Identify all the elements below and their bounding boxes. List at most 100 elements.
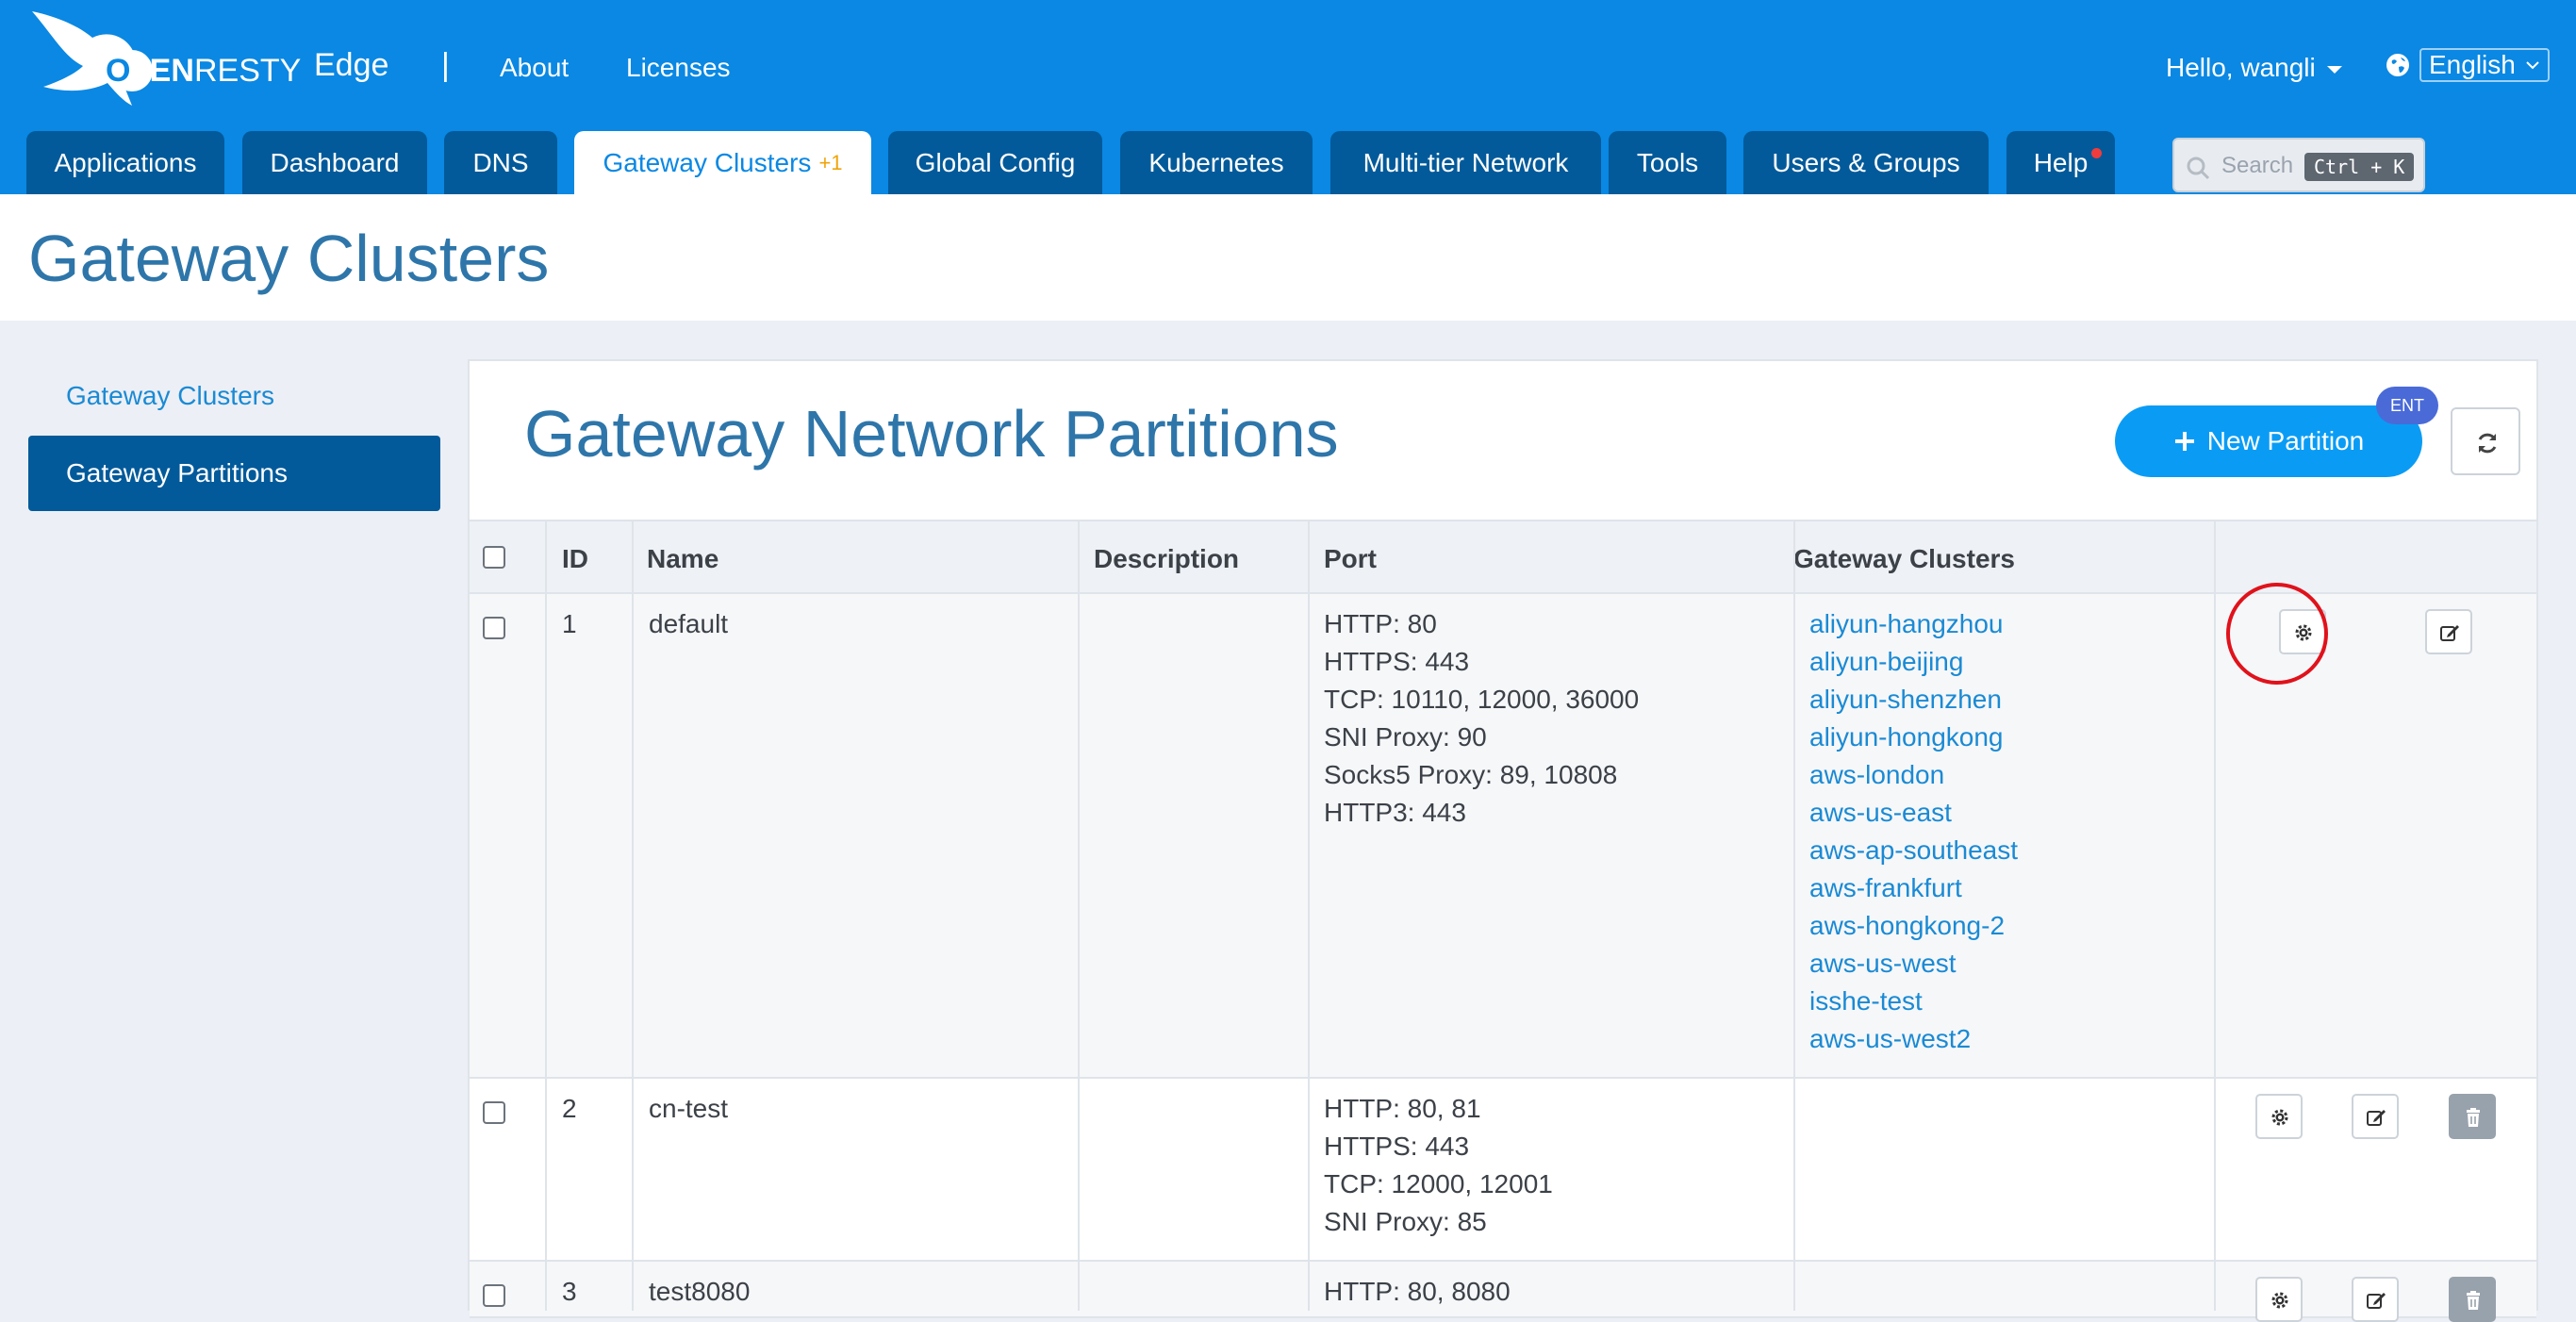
panel-title: Gateway Network Partitions (524, 397, 1339, 471)
sidebar-item-gateway-clusters[interactable]: Gateway Clusters (66, 381, 274, 411)
new-partition-label: New Partition (2206, 426, 2365, 455)
refresh-icon (2478, 433, 2497, 454)
cluster-link[interactable]: aws-london (1809, 756, 2018, 794)
tab-applications[interactable]: Applications (26, 131, 224, 194)
table-row: 2 cn-test HTTP: 80, 81 HTTPS: 443 TCP: 1… (470, 1079, 2536, 1262)
row-id: 1 (562, 609, 577, 638)
cluster-link[interactable]: aws-us-west (1809, 945, 2018, 983)
tab-global-config[interactable]: Global Config (888, 131, 1102, 194)
row-id: 3 (562, 1277, 577, 1306)
user-greeting: Hello, wangli (2166, 53, 2316, 82)
column-divider (632, 520, 634, 1311)
search-icon (2187, 157, 2210, 180)
row-checkbox[interactable] (483, 1101, 505, 1124)
cluster-link[interactable]: aws-ap-southeast (1809, 832, 2018, 869)
select-all-checkbox[interactable] (483, 546, 505, 569)
row-ports: HTTP: 80, 8080 (1324, 1273, 1511, 1311)
row-ports: HTTP: 80, 81 HTTPS: 443 TCP: 12000, 1200… (1324, 1090, 1553, 1241)
new-partition-button[interactable]: New Partition (2115, 405, 2422, 477)
tab-label: Multi-tier Network (1362, 147, 1569, 177)
column-divider (1793, 520, 1795, 1311)
port-entry: HTTP: 80, 81 (1324, 1094, 1481, 1123)
tab-kubernetes[interactable]: Kubernetes (1120, 131, 1313, 194)
highlight-ring (2226, 583, 2328, 685)
refresh-button[interactable] (2451, 407, 2520, 475)
cluster-link[interactable]: aliyun-beijing (1809, 643, 2018, 681)
delete-button[interactable] (2449, 1094, 2496, 1139)
tab-help[interactable]: Help (2006, 131, 2115, 194)
port-entry: HTTPS: 443 (1324, 1132, 1470, 1161)
cluster-link[interactable]: aws-hongkong-2 (1809, 907, 2018, 945)
column-header-gateway-clusters[interactable]: Gateway Clusters (1778, 521, 2015, 596)
tab-label: Gateway Clusters (603, 147, 812, 177)
tab-label: DNS (472, 147, 529, 177)
gear-icon (2271, 1109, 2288, 1126)
column-header-port[interactable]: Port (1309, 521, 1377, 596)
licenses-link[interactable]: Licenses (626, 53, 731, 83)
tab-label: Help (2033, 147, 2089, 177)
tab-label: Kubernetes (1148, 147, 1284, 177)
row-checkbox[interactable] (483, 617, 505, 639)
tab-label: Tools (1636, 147, 1699, 177)
table-header: ID Name Description Port Gateway Cluster… (470, 520, 2536, 594)
sidebar-item-gateway-partitions[interactable]: Gateway Partitions (28, 436, 440, 511)
port-entry: TCP: 10110, 12000, 36000 (1324, 685, 1640, 714)
cluster-link[interactable]: aliyun-shenzhen (1809, 681, 2018, 719)
language-select[interactable]: English (2419, 48, 2550, 82)
about-link[interactable]: About (500, 53, 569, 83)
cluster-link[interactable]: isshe-test (1809, 983, 2018, 1020)
tab-label: Global Config (915, 147, 1076, 177)
column-header-description[interactable]: Description (1079, 521, 1239, 596)
port-entry: Socks5 Proxy: 89, 10808 (1324, 760, 1618, 789)
trash-icon (2467, 1108, 2480, 1127)
settings-button[interactable] (2255, 1277, 2303, 1322)
language-selected: English (2429, 50, 2516, 79)
ent-badge: ENT (2376, 387, 2438, 424)
cluster-link[interactable]: aliyun-hongkong (1809, 719, 2018, 756)
user-menu[interactable]: Hello, wangli (2166, 53, 2342, 83)
product-name: Edge (314, 47, 389, 83)
column-divider (545, 520, 547, 1311)
tab-label: Dashboard (270, 147, 400, 177)
port-entry: HTTP3: 443 (1324, 798, 1466, 827)
tab-dashboard[interactable]: Dashboard (242, 131, 427, 194)
openresty-logo[interactable]: O PEN RESTY (26, 0, 309, 113)
column-divider (1078, 520, 1080, 1311)
tab-users-groups[interactable]: Users & Groups (1743, 131, 1989, 194)
row-clusters: aliyun-hangzhou aliyun-beijing aliyun-sh… (1809, 605, 2018, 1058)
port-entry: HTTPS: 443 (1324, 647, 1470, 676)
plus-icon (2174, 432, 2194, 451)
tab-label: Users & Groups (1772, 147, 1960, 177)
table-row: 3 test8080 HTTP: 80, 8080 (470, 1262, 2536, 1322)
cluster-link[interactable]: aws-us-west2 (1809, 1020, 2018, 1058)
port-entry: SNI Proxy: 85 (1324, 1207, 1487, 1236)
table-row: 1 default HTTP: 80 HTTPS: 443 TCP: 10110… (470, 594, 2536, 1079)
row-id: 2 (562, 1094, 577, 1123)
row-name: default (649, 609, 729, 638)
cluster-link[interactable]: aws-frankfurt (1809, 869, 2018, 907)
notification-dot (2091, 148, 2102, 158)
svg-text:RESTY: RESTY (194, 53, 301, 89)
cluster-link[interactable]: aliyun-hangzhou (1809, 605, 2018, 643)
page-title-bar: Gateway Clusters (0, 194, 2576, 321)
delete-button[interactable] (2449, 1277, 2496, 1322)
edit-button[interactable] (2352, 1277, 2399, 1322)
settings-button[interactable] (2255, 1094, 2303, 1139)
tab-tools[interactable]: Tools (1609, 131, 1726, 194)
top-header: O PEN RESTY Edge | About Licenses Hello,… (0, 0, 2576, 194)
search-placeholder: Search (2221, 153, 2294, 178)
tab-multi-tier-network[interactable]: Multi-tier Network (1330, 131, 1601, 194)
edit-button[interactable] (2352, 1094, 2399, 1139)
column-header-id[interactable]: ID (547, 521, 588, 596)
port-entry: TCP: 12000, 12001 (1324, 1169, 1553, 1198)
column-header-name[interactable]: Name (632, 521, 718, 596)
search-input[interactable]: Search Ctrl + K (2172, 138, 2425, 192)
cluster-link[interactable]: aws-us-east (1809, 794, 2018, 832)
tab-gateway-clusters[interactable]: Gateway Clusters +1 (574, 131, 871, 194)
trash-icon (2467, 1291, 2480, 1310)
tab-dns[interactable]: DNS (444, 131, 557, 194)
page-title: Gateway Clusters (28, 222, 550, 295)
column-divider (1308, 520, 1310, 1311)
row-checkbox[interactable] (483, 1284, 505, 1307)
edit-button[interactable] (2425, 609, 2472, 654)
